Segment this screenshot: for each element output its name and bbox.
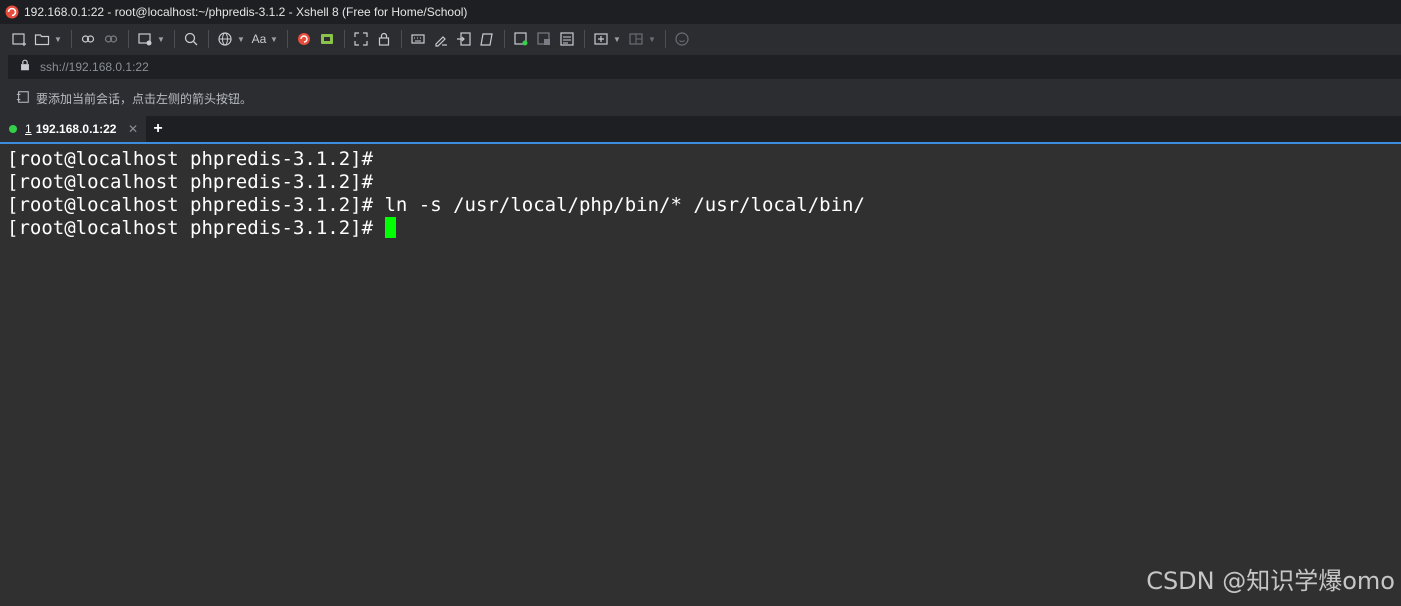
toolbar-separator xyxy=(208,30,209,48)
tab-session-1[interactable]: 1 192.168.0.1:22 ✕ xyxy=(0,116,146,142)
title-bar: 192.168.0.1:22 - root@localhost:~/phpred… xyxy=(0,0,1401,24)
disconnect-icon[interactable] xyxy=(100,28,122,50)
new-session-icon[interactable] xyxy=(8,28,30,50)
script-icon[interactable] xyxy=(430,28,452,50)
toolbar-separator xyxy=(287,30,288,48)
add-session-arrow-icon[interactable] xyxy=(16,90,36,107)
terminal-line: [root@localhost phpredis-3.1.2]# ln -s /… xyxy=(7,194,865,216)
address-input[interactable] xyxy=(38,59,642,75)
toolbar-separator xyxy=(665,30,666,48)
new-tab-icon[interactable] xyxy=(510,28,532,50)
toolbar-separator xyxy=(401,30,402,48)
toolbar-separator xyxy=(174,30,175,48)
terminal-line: [root@localhost phpredis-3.1.2]# xyxy=(7,171,374,193)
address-field[interactable] xyxy=(8,55,1401,79)
chat-icon[interactable] xyxy=(671,28,693,50)
globe-icon[interactable] xyxy=(214,28,236,50)
lock-icon xyxy=(18,58,32,77)
session-hint-text: 要添加当前会话，点击左侧的箭头按钮。 xyxy=(36,91,253,106)
xftp-green-icon[interactable] xyxy=(316,28,338,50)
tab-list-icon[interactable] xyxy=(533,28,555,50)
toolbar-separator xyxy=(584,30,585,48)
terminal-prompt: [root@localhost phpredis-3.1.2]# xyxy=(7,217,385,239)
layout-icon[interactable] xyxy=(625,28,647,50)
session-hint-bar: 要添加当前会话，点击左侧的箭头按钮。 xyxy=(0,80,1401,116)
chevron-down-icon[interactable]: ▼ xyxy=(157,35,165,44)
chevron-down-icon[interactable]: ▼ xyxy=(54,35,62,44)
xshell-red-icon[interactable] xyxy=(293,28,315,50)
address-bar xyxy=(0,54,1401,80)
window-title: 192.168.0.1:22 - root@localhost:~/phpred… xyxy=(24,5,468,19)
lock-icon[interactable] xyxy=(373,28,395,50)
open-folder-icon[interactable] xyxy=(31,28,53,50)
keyboard-icon[interactable] xyxy=(407,28,429,50)
toolbar-separator xyxy=(128,30,129,48)
watermark: CSDN @知识学爆omo xyxy=(1146,567,1395,595)
terminal-area[interactable]: [root@localhost phpredis-3.1.2]# [root@l… xyxy=(0,144,1401,606)
toolbar-separator xyxy=(344,30,345,48)
find-icon[interactable] xyxy=(180,28,202,50)
toolbar: ▼ ▼ ▼ Aa ▼ ▼ ▼ xyxy=(0,24,1401,54)
tab-number: 1 xyxy=(25,122,32,136)
xshell-icon xyxy=(4,4,20,20)
chevron-down-icon[interactable]: ▼ xyxy=(613,35,621,44)
close-icon[interactable]: ✕ xyxy=(128,122,138,136)
add-panel-icon[interactable] xyxy=(590,28,612,50)
toolbar-separator xyxy=(71,30,72,48)
terminal-cursor xyxy=(384,217,396,238)
reconnect-icon[interactable] xyxy=(77,28,99,50)
tab-layout-icon[interactable] xyxy=(556,28,578,50)
chevron-down-icon[interactable]: ▼ xyxy=(270,35,278,44)
font-icon[interactable]: Aa xyxy=(249,28,269,50)
new-window-icon[interactable] xyxy=(134,28,156,50)
toolbar-separator xyxy=(504,30,505,48)
tab-label: 192.168.0.1:22 xyxy=(35,122,117,136)
connection-status-icon xyxy=(9,125,17,133)
fullscreen-icon[interactable] xyxy=(350,28,372,50)
chevron-down-icon[interactable]: ▼ xyxy=(648,35,656,44)
tab-strip: 1 192.168.0.1:22 ✕ + xyxy=(0,116,1401,144)
transfer-icon[interactable] xyxy=(453,28,475,50)
terminal-line-current: [root@localhost phpredis-3.1.2]# xyxy=(7,217,1401,240)
terminal-line: [root@localhost phpredis-3.1.2]# xyxy=(7,148,374,170)
compose-icon[interactable] xyxy=(476,28,498,50)
chevron-down-icon[interactable]: ▼ xyxy=(237,35,245,44)
new-tab-button[interactable]: + xyxy=(150,116,166,142)
